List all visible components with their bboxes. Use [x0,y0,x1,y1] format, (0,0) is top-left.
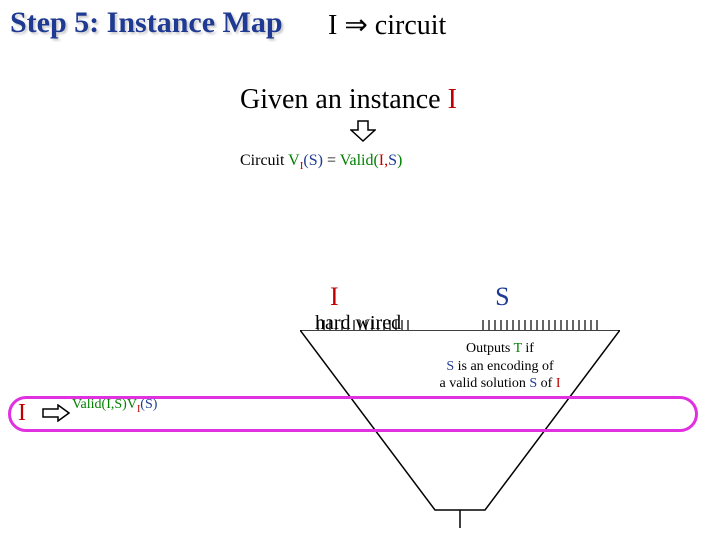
circuit-expression: Circuit VI(S) = Valid(I,S) [240,152,402,172]
out-T: T [514,341,522,356]
formula-I: I [328,10,337,41]
circuit-V: V [288,152,300,169]
input-I: I [330,282,339,311]
given-line: Given an instance I [240,84,457,116]
inputs-row: I S [330,282,510,312]
out-S2: S [529,376,537,391]
circuit-arg-S: S [388,152,397,169]
formula-arrow: ⇒ [344,10,367,41]
output-description: Outputs T if S is an encoding of a valid… [380,340,620,393]
input-S: S [495,282,509,311]
down-arrow-icon [350,120,376,142]
out-line1b: if [522,341,534,356]
given-I: I [448,84,457,115]
circuit-S: (S) [303,152,323,169]
page-title: Step 5: Instance Map [10,6,283,40]
out-I: I [556,376,561,391]
circuit-eq: = [323,152,340,169]
top-formula: I ⇒ circuit [328,8,446,42]
step-title-row: Step 5: Instance Map [10,6,283,40]
out-line1a: Outputs [466,341,514,356]
given-prefix: Given an instance [240,84,448,115]
circuit-close: ) [397,152,402,169]
circuit-valid: Valid( [340,152,379,169]
circuit-prefix: Circuit [240,152,288,169]
out-line3b: of [537,376,556,391]
circuit-arg-I: I, [379,152,388,169]
highlight-box [8,396,698,432]
out-line2b: is an encoding of [454,359,554,374]
formula-target: circuit [375,10,447,41]
out-S: S [446,359,454,374]
out-line3a: a valid solution [440,376,530,391]
